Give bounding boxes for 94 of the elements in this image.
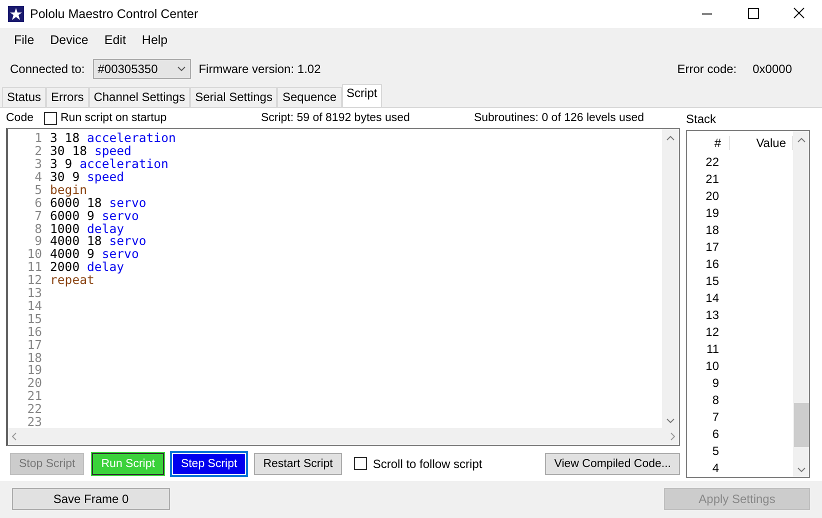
code-label: Code: [6, 112, 34, 124]
connected-label: Connected to:: [10, 62, 85, 76]
stack-index: 4: [711, 460, 719, 477]
stack-list[interactable]: # Value 22 21 20 19 18 17 16 15 14 13 12 11 10 9 8 7 6 5 4: [686, 130, 810, 478]
line-number: 7: [34, 210, 42, 223]
line-number: 11: [26, 261, 42, 274]
dropdown-caret-icon[interactable]: [176, 66, 186, 72]
line-number: 8: [34, 222, 42, 236]
scroll-down-icon[interactable]: [796, 467, 806, 473]
line-number: 16: [26, 326, 42, 339]
menu-item[interactable]: Device: [42, 33, 96, 47]
tab[interactable]: Errors: [46, 87, 89, 107]
tab[interactable]: Channel Settings: [88, 87, 190, 107]
column-header[interactable]: #: [687, 136, 730, 150]
tab[interactable]: Sequence: [277, 87, 342, 107]
stack-index: 16: [704, 256, 719, 273]
tab[interactable]: Serial Settings: [190, 87, 278, 107]
code-line: 3 9 acceleration: [50, 158, 168, 171]
save-frame-button[interactable]: Save Frame 0: [12, 488, 170, 510]
line-number: 23: [26, 416, 42, 428]
stack-index: 20: [704, 188, 719, 205]
line-number: 1: [34, 132, 42, 146]
checkbox[interactable]: [354, 457, 367, 470]
line-number: 17: [26, 338, 42, 352]
window-title: Pololu Maestro Control Center: [30, 7, 198, 21]
scroll-left-icon[interactable]: [11, 432, 17, 442]
code-line: begin: [50, 184, 88, 197]
line-number: 21: [26, 390, 42, 404]
checkbox-label: Scroll to follow script: [372, 456, 482, 471]
code-line: 3 18 acceleration: [50, 132, 176, 146]
line-number: 10: [26, 248, 42, 262]
stack-index: 11: [706, 341, 719, 358]
stack-index: 22: [704, 154, 719, 171]
device-dropdown[interactable]: #00305350: [92, 59, 191, 79]
menu-item[interactable]: File: [6, 33, 42, 47]
star-logo-icon: [8, 6, 24, 22]
line-number: 4: [34, 170, 42, 184]
line-number: 14: [26, 300, 42, 313]
stack-index: 5: [711, 443, 719, 460]
stack-index: 7: [711, 409, 719, 426]
error-code-value: 0x0000: [752, 62, 792, 76]
line-number: 9: [34, 235, 42, 248]
stack-index: 10: [704, 358, 719, 375]
tab[interactable]: Status: [2, 87, 46, 107]
scroll-down-icon[interactable]: [666, 418, 675, 424]
line-number: 18: [26, 352, 42, 364]
subroutine-usage: Subroutines: 0 of 126 levels used: [474, 112, 644, 124]
code-editor[interactable]: [6, 128, 680, 446]
scroll-right-icon[interactable]: [670, 432, 676, 442]
line-number: 19: [26, 364, 42, 378]
stack-label: Stack: [686, 111, 718, 128]
code-line: 30 18 speed: [50, 145, 132, 158]
stack-index: 6: [711, 426, 719, 443]
code-line: 1000 delay: [50, 222, 124, 236]
scroll-up-icon[interactable]: [796, 137, 806, 143]
firmware-version: Firmware version: 1.02: [198, 62, 321, 76]
line-number: 3: [34, 158, 42, 171]
code-line: 4000 9 servo: [50, 248, 139, 262]
code-line: 6000 18 servo: [50, 196, 146, 210]
menu-item[interactable]: Edit: [96, 33, 134, 47]
stack-index: 15: [704, 273, 719, 290]
line-number: 2: [34, 145, 42, 158]
scroll-thumb[interactable]: [794, 403, 809, 447]
stack-index: 17: [704, 239, 719, 256]
view-compiled-button[interactable]: View Compiled Code...: [545, 452, 680, 475]
stack-index: 12: [704, 324, 719, 341]
stack-index: 19: [704, 205, 719, 222]
line-number: 15: [26, 312, 42, 326]
stack-index: 14: [704, 290, 719, 307]
line-number: 12: [26, 274, 42, 288]
menu-item[interactable]: Help: [134, 33, 176, 47]
checkbox-label: Run script on startup: [60, 112, 167, 124]
stack-index: 18: [704, 222, 719, 239]
code-line: 4000 18 servo: [50, 235, 146, 248]
line-number: 20: [26, 377, 42, 390]
tab[interactable]: Script: [342, 84, 382, 107]
stack-index: 8: [711, 392, 719, 409]
script-usage: Script: 59 of 8192 bytes used: [260, 112, 410, 124]
code-line: 2000 delay: [50, 261, 124, 274]
script-button[interactable]: Step Script: [172, 452, 246, 475]
code-line: repeat: [50, 274, 94, 288]
stack-index: 9: [711, 375, 719, 392]
checkbox[interactable]: [44, 112, 56, 125]
code-line: 30 9 speed: [50, 170, 124, 184]
line-number: 22: [26, 403, 42, 416]
code-line: 6000 9 servo: [50, 210, 139, 223]
scroll-up-icon[interactable]: [666, 135, 675, 142]
script-button[interactable]: Restart Script: [254, 452, 342, 475]
line-number: 13: [26, 287, 42, 300]
stack-index: 13: [704, 307, 719, 324]
error-code-label: Error code:: [677, 62, 737, 76]
stack-index: 21: [704, 171, 719, 188]
line-number: 6: [34, 196, 42, 210]
line-number: 5: [34, 184, 42, 197]
